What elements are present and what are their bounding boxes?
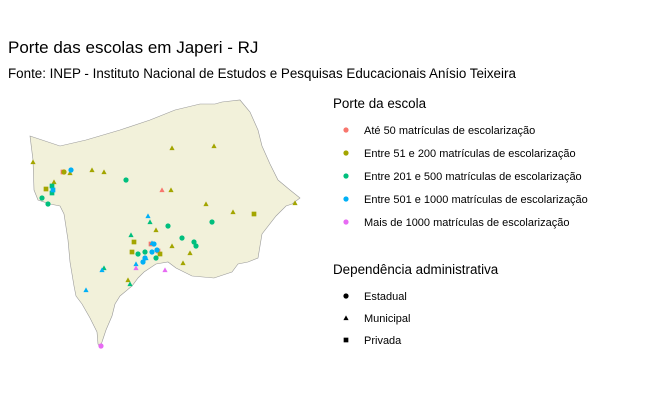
legend-size-swatch bbox=[343, 196, 349, 202]
legend-type-label: Estadual bbox=[364, 291, 407, 303]
legend-size-title: Porte da escola bbox=[333, 96, 427, 111]
school-marker bbox=[43, 186, 49, 192]
school-marker bbox=[251, 211, 257, 217]
school-marker bbox=[153, 255, 159, 261]
legend-size-label: Entre 51 e 200 matrículas de escolarizaç… bbox=[364, 148, 576, 160]
legend-type-swatch bbox=[343, 293, 349, 299]
school-marker bbox=[50, 187, 56, 193]
school-marker bbox=[149, 249, 155, 255]
school-marker bbox=[45, 201, 51, 207]
legend-size-label: Entre 201 e 500 matrículas de escolariza… bbox=[364, 171, 582, 183]
legend-size-swatch bbox=[343, 150, 349, 156]
school-marker bbox=[179, 235, 185, 241]
school-marker bbox=[157, 251, 163, 257]
map-canvas: Porte da escola Até 50 matrículas de esc… bbox=[29, 96, 588, 349]
legend-size-swatch bbox=[343, 173, 349, 179]
school-marker bbox=[68, 167, 74, 173]
school-marker bbox=[142, 249, 148, 255]
legend-type-title: Dependência administrativa bbox=[333, 262, 499, 277]
school-marker bbox=[154, 247, 160, 253]
legend-administrative-type: Dependência administrativa Estadual Munic… bbox=[333, 262, 499, 347]
legend-type-label: Privada bbox=[364, 335, 402, 347]
school-marker bbox=[151, 241, 157, 247]
school-marker bbox=[123, 177, 129, 183]
school-marker bbox=[165, 223, 171, 229]
school-marker bbox=[131, 239, 137, 245]
legend-size-label: Mais de 1000 matrículas de escolarização bbox=[364, 217, 569, 229]
school-marker bbox=[39, 195, 45, 201]
legend-size-label: Entre 501 e 1000 matrículas de escolariz… bbox=[364, 194, 588, 206]
school-marker bbox=[135, 251, 141, 257]
legend-type-label: Municipal bbox=[364, 313, 410, 325]
school-marker bbox=[129, 249, 135, 255]
legend-size-swatch bbox=[343, 219, 349, 225]
school-marker bbox=[142, 255, 148, 261]
legend-size-label: Até 50 matrículas de escolarização bbox=[364, 125, 535, 137]
municipality-boundary bbox=[29, 99, 301, 349]
legend-size-swatch bbox=[343, 127, 349, 133]
school-marker bbox=[193, 243, 199, 249]
legend-school-size: Porte da escola Até 50 matrículas de esc… bbox=[333, 96, 588, 229]
school-marker bbox=[98, 343, 104, 349]
legend-type-swatch bbox=[343, 315, 349, 321]
legend-type-swatch bbox=[343, 337, 349, 343]
school-marker bbox=[209, 219, 215, 225]
school-marker bbox=[61, 169, 67, 175]
school-marker bbox=[162, 267, 168, 273]
school-marker bbox=[49, 183, 55, 189]
